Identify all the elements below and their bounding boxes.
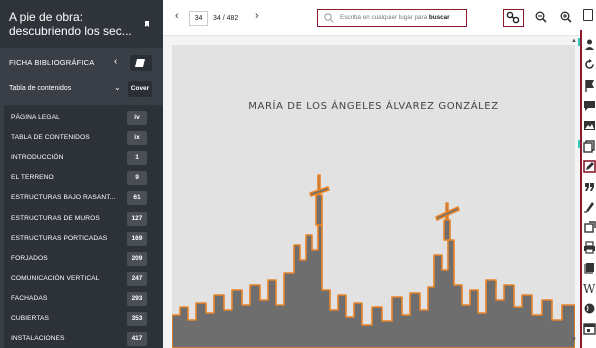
toc-item[interactable]: FORJADOS 209	[4, 249, 163, 269]
search-input[interactable]: Escriba en cualquier lugar para buscar	[317, 9, 467, 27]
book-page: MARÍA DE LOS ÁNGELES ÁLVAREZ GONZÁLEZ	[172, 45, 575, 348]
toc-item-page[interactable]: 169	[127, 231, 147, 246]
toc-item-label: ESTRUCTURAS PORTICADAS	[11, 234, 108, 242]
toc-item-label: ESTRUCTURAS DE MUROS	[11, 214, 100, 222]
refresh-icon[interactable]	[583, 58, 596, 71]
toc-item-label: ESTRUCTURAS BAJO RASANT...	[11, 194, 116, 202]
toc-item[interactable]: ESTRUCTURAS DE MUROS 127	[4, 209, 163, 229]
toc-item[interactable]: INSTALACIONES 417	[4, 329, 163, 348]
zoom-out-icon[interactable]	[535, 11, 547, 23]
toc-item-label: INTRODUCCIÓN	[11, 154, 64, 162]
toc-item-page[interactable]: 293	[127, 291, 147, 306]
document-viewer[interactable]: MARÍA DE LOS ÁNGELES ÁLVAREZ GONZÁLEZ	[163, 36, 580, 348]
scroll-down-arrow[interactable]: ▼	[571, 337, 577, 343]
edit-icon[interactable]	[583, 159, 596, 173]
book-icon[interactable]	[583, 261, 596, 274]
user-icon[interactable]	[583, 38, 596, 51]
toolbar: ‹ 34 34 / 482 › Escriba en cualquier lug…	[163, 0, 596, 36]
highlight-icon[interactable]	[583, 200, 596, 213]
scroll-up-arrow[interactable]: ▲	[571, 38, 577, 44]
toc-item[interactable]: CUBIERTAS 353	[4, 309, 163, 329]
toc-item[interactable]: PÁGINA LEGAL iv	[4, 108, 163, 128]
calendar-icon[interactable]	[583, 322, 596, 335]
wikipedia-icon[interactable]: W	[583, 282, 596, 295]
sidebar: A pie de obra: descubriendo los sec... F…	[0, 0, 163, 348]
toc-item-page[interactable]: 1	[127, 151, 147, 166]
ficha-bibliografica-label: FICHA BIBLIOGRÁFICA	[9, 58, 95, 67]
toc-item-label: TABLA DE CONTENIDOS	[11, 134, 90, 142]
share-icon[interactable]	[583, 220, 596, 234]
bookmark-icon[interactable]	[144, 21, 150, 27]
toc-item[interactable]: ESTRUCTURAS PORTICADAS 169	[4, 229, 163, 249]
toc-item-page[interactable]: 417	[127, 332, 147, 347]
book-title: A pie de obra: descubriendo los sec...	[9, 10, 132, 38]
toc-item-page[interactable]: 353	[127, 312, 147, 326]
toc-item[interactable]: EL TERRENO 9	[4, 168, 163, 188]
chevron-left-icon[interactable]: ‹	[114, 56, 117, 67]
toc-item[interactable]: COMUNICACIÓN VERTICAL 247	[4, 269, 163, 289]
copy-icon[interactable]	[583, 139, 596, 153]
search-placeholder: Escriba en cualquier lugar para buscar	[340, 14, 450, 21]
toc-item-label: FORJADOS	[11, 254, 48, 262]
next-page-button[interactable]: ›	[255, 10, 259, 22]
toc-item-page[interactable]: 127	[127, 211, 147, 226]
toc-item-label: PÁGINA LEGAL	[11, 114, 60, 121]
comment-icon[interactable]	[583, 99, 596, 112]
page-number-input[interactable]: 34	[189, 11, 208, 26]
toc-item[interactable]: INTRODUCCIÓN 1	[4, 148, 163, 168]
toc-item[interactable]: ESTRUCTURAS BAJO RASANT... 61	[4, 188, 163, 208]
toc-item-page[interactable]: 9	[127, 171, 147, 186]
book-icon	[135, 59, 145, 67]
book-icon-button[interactable]	[130, 55, 152, 71]
search-icon	[324, 13, 334, 23]
tool-panel: W	[580, 30, 596, 348]
zoom-in-icon[interactable]	[560, 11, 572, 23]
chevron-down-icon[interactable]: ⌄	[114, 83, 121, 92]
skyline-illustration	[172, 174, 575, 348]
toc-list: PÁGINA LEGAL iv TABLA DE CONTENIDOS ix INTRO…	[4, 105, 163, 348]
toc-item[interactable]: TABLA DE CONTENIDOS ix	[4, 128, 163, 148]
ficha-bibliografica-row[interactable]: FICHA BIBLIOGRÁFICA ‹	[0, 52, 163, 74]
panel-toggle-icon[interactable]	[583, 9, 593, 21]
page-total: 34 / 482	[213, 15, 239, 22]
toc-item-label: COMUNICACIÓN VERTICAL	[11, 274, 100, 282]
toc-item-page[interactable]: 247	[127, 271, 147, 286]
toc-item-label: INSTALACIONES	[11, 335, 65, 343]
toc-item-page[interactable]: iv	[127, 111, 147, 125]
toc-item-label: FACHADAS	[11, 294, 48, 302]
toc-item-page[interactable]: 209	[127, 251, 147, 266]
image-icon[interactable]	[583, 119, 596, 132]
toc-item[interactable]: FACHADAS 293	[4, 289, 163, 309]
cover-button[interactable]: Cover	[128, 81, 152, 97]
globe-icon[interactable]	[583, 302, 596, 315]
toc-row[interactable]: Tabla de contenidos ⌄ Cover	[0, 78, 163, 100]
book-title-box: A pie de obra: descubriendo los sec...	[0, 0, 163, 48]
prev-page-button[interactable]: ‹	[175, 10, 179, 22]
print-icon[interactable]	[583, 241, 596, 254]
reader-app: A pie de obra: descubriendo los sec... F…	[0, 0, 596, 348]
toc-label: Tabla de contenidos	[9, 85, 72, 92]
link-icon	[506, 11, 520, 24]
toc-item-label: EL TERRENO	[11, 174, 54, 182]
quote-icon[interactable]	[583, 180, 596, 193]
toc-item-label: CUBIERTAS	[11, 315, 50, 322]
flag-icon[interactable]	[583, 79, 596, 92]
svg-text:W: W	[583, 282, 596, 295]
link-button[interactable]	[503, 9, 524, 27]
toc-item-page[interactable]: 61	[127, 191, 147, 206]
toc-item-page[interactable]: ix	[127, 131, 147, 146]
